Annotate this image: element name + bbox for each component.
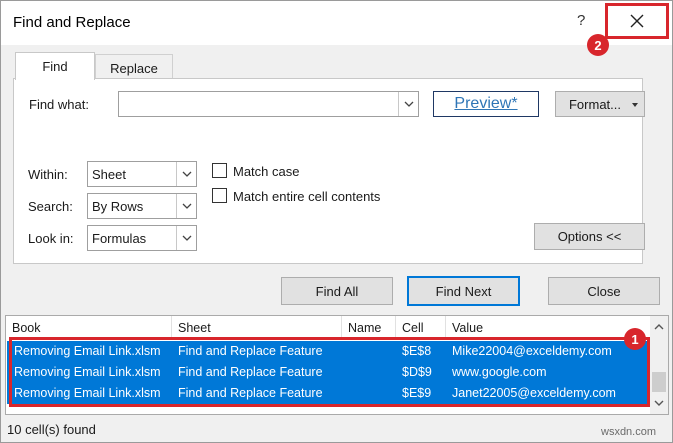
annotation-marker-2: 2 xyxy=(587,34,609,56)
within-label: Within: xyxy=(28,167,68,182)
find-what-input[interactable] xyxy=(118,91,419,117)
column-header-name[interactable]: Name xyxy=(342,316,396,339)
find-replace-dialog: Find and Replace ? 2 Replace Find Find w… xyxy=(0,0,673,443)
chevron-down-icon xyxy=(404,101,413,107)
find-what-label: Find what: xyxy=(29,97,89,112)
column-header-book[interactable]: Book xyxy=(6,316,172,339)
column-header-value[interactable]: Value xyxy=(446,316,650,339)
chevron-down-icon xyxy=(182,171,191,177)
chevron-down-icon xyxy=(182,203,191,209)
lookin-label: Look in: xyxy=(28,231,74,246)
match-entire-checkbox[interactable] xyxy=(212,188,227,203)
close-dialog-button[interactable]: Close xyxy=(548,277,660,305)
within-value: Sheet xyxy=(92,166,126,182)
search-select[interactable]: By Rows xyxy=(87,193,197,219)
find-all-button[interactable]: Find All xyxy=(281,277,393,305)
tab-replace[interactable]: Replace xyxy=(95,54,173,81)
lookin-value: Formulas xyxy=(92,230,147,246)
column-header-sheet[interactable]: Sheet xyxy=(172,316,342,339)
scroll-thumb[interactable] xyxy=(652,372,666,392)
dropdown-arrow-icon xyxy=(632,103,638,107)
help-button[interactable]: ? xyxy=(577,12,585,29)
within-dropdown[interactable] xyxy=(176,162,196,186)
status-text: 10 cell(s) found xyxy=(7,422,96,437)
format-button-label: Format... xyxy=(568,96,621,112)
options-button[interactable]: Options << xyxy=(534,223,645,250)
find-next-button[interactable]: Find Next xyxy=(407,276,520,306)
match-case-label: Match case xyxy=(233,164,300,179)
lookin-select[interactable]: Formulas xyxy=(87,225,197,251)
search-label: Search: xyxy=(28,199,73,214)
annotation-highlight-rows xyxy=(9,337,650,407)
dialog-title: Find and Replace xyxy=(13,14,131,31)
tab-find[interactable]: Find xyxy=(15,52,95,80)
close-button[interactable] xyxy=(605,3,669,39)
match-case-checkbox[interactable] xyxy=(212,163,227,178)
results-scrollbar[interactable] xyxy=(650,316,668,414)
lookin-dropdown[interactable] xyxy=(176,226,196,250)
chevron-down-icon xyxy=(182,235,191,241)
format-button[interactable]: Format... xyxy=(555,91,645,117)
within-select[interactable]: Sheet xyxy=(87,161,197,187)
watermark: wsxdn.com xyxy=(601,426,657,438)
match-entire-label: Match entire cell contents xyxy=(233,189,381,204)
scroll-up-icon[interactable] xyxy=(650,320,668,334)
scroll-down-icon[interactable] xyxy=(650,396,668,410)
format-preview: Preview* xyxy=(433,91,539,117)
search-dropdown[interactable] xyxy=(176,194,196,218)
annotation-marker-1: 1 xyxy=(624,328,646,350)
column-header-cell[interactable]: Cell xyxy=(396,316,446,339)
search-value: By Rows xyxy=(92,198,144,214)
find-what-dropdown[interactable] xyxy=(398,92,418,116)
close-icon xyxy=(630,14,644,28)
